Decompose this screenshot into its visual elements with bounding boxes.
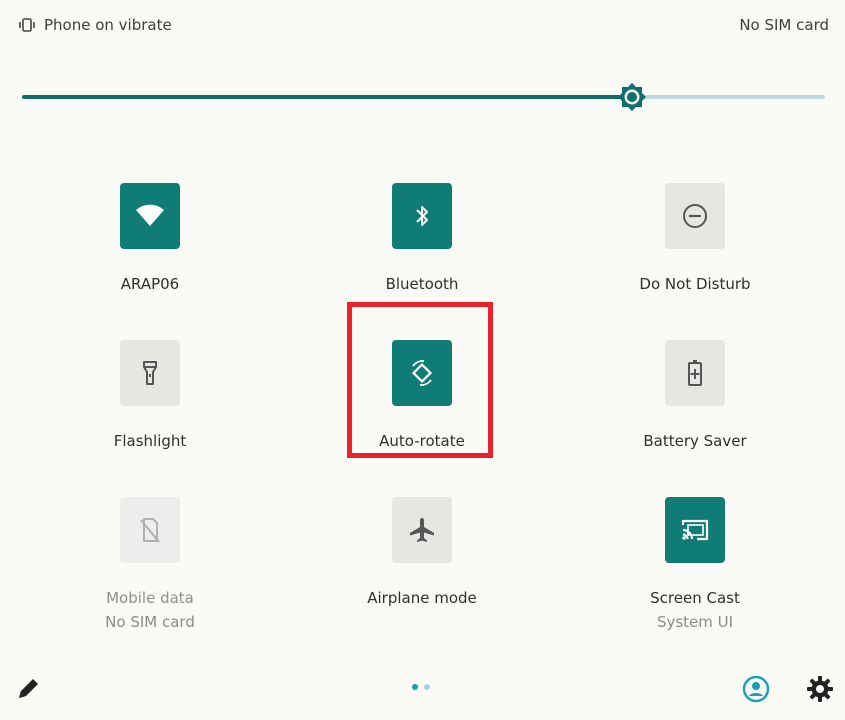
tile-airplane-mode[interactable]: Airplane mode	[312, 497, 532, 607]
tile-bluetooth-button[interactable]	[392, 183, 452, 249]
tile-battery-button[interactable]	[665, 340, 725, 406]
tile-flashlight[interactable]: Flashlight	[40, 340, 260, 450]
bluetooth-icon	[416, 206, 428, 226]
auto-rotate-highlight-box	[347, 302, 493, 458]
tile-mobile-data-button[interactable]	[120, 497, 180, 563]
battery-saver-icon	[688, 360, 702, 386]
tile-battery-label: Battery Saver	[643, 432, 747, 450]
wifi-icon	[136, 204, 164, 226]
tile-cast-button[interactable]	[665, 497, 725, 563]
mobile-data-off-icon	[140, 518, 160, 543]
user-account-icon[interactable]	[741, 674, 771, 704]
page-indicator	[412, 684, 430, 690]
tile-mobile-data-label: Mobile data	[106, 589, 194, 607]
tile-wifi[interactable]: ARAP06	[40, 183, 260, 293]
tile-bluetooth[interactable]: Bluetooth	[312, 183, 532, 293]
tile-airplane-button[interactable]	[392, 497, 452, 563]
brightness-thumb-icon[interactable]	[617, 82, 647, 112]
edit-pencil-icon[interactable]	[14, 675, 42, 703]
tile-cast-sublabel: System UI	[656, 613, 734, 631]
tile-dnd-button[interactable]	[665, 183, 725, 249]
tile-wifi-label: ARAP06	[120, 275, 180, 293]
flashlight-icon	[143, 361, 157, 385]
tile-screen-cast[interactable]: Screen Cast System UI	[585, 497, 805, 631]
vibrate-icon	[19, 18, 35, 32]
tile-mobile-data[interactable]: Mobile data No SIM card	[40, 497, 260, 631]
brightness-fill	[22, 95, 632, 99]
tile-dnd-label: Do Not Disturb	[639, 275, 751, 293]
page-dot-inactive	[424, 684, 430, 690]
ringer-status-text: Phone on vibrate	[44, 16, 172, 34]
sim-status-text: No SIM card	[739, 16, 829, 34]
tile-battery-saver[interactable]: Battery Saver	[585, 340, 805, 450]
tile-do-not-disturb[interactable]: Do Not Disturb	[585, 183, 805, 293]
page-dot-active	[412, 684, 418, 690]
cast-icon	[681, 519, 709, 541]
gear-icon[interactable]	[805, 674, 835, 704]
tile-cast-label: Screen Cast	[650, 589, 740, 607]
do-not-disturb-icon	[683, 204, 707, 228]
tile-wifi-button[interactable]	[120, 183, 180, 249]
status-ringer: Phone on vibrate	[18, 16, 172, 34]
tile-airplane-label: Airplane mode	[367, 589, 477, 607]
tile-flashlight-button[interactable]	[120, 340, 180, 406]
tile-flashlight-label: Flashlight	[113, 432, 187, 450]
brightness-slider[interactable]	[22, 82, 825, 112]
tile-bluetooth-label: Bluetooth	[385, 275, 459, 293]
tile-mobile-data-sublabel: No SIM card	[105, 613, 195, 631]
airplane-icon	[410, 518, 434, 542]
